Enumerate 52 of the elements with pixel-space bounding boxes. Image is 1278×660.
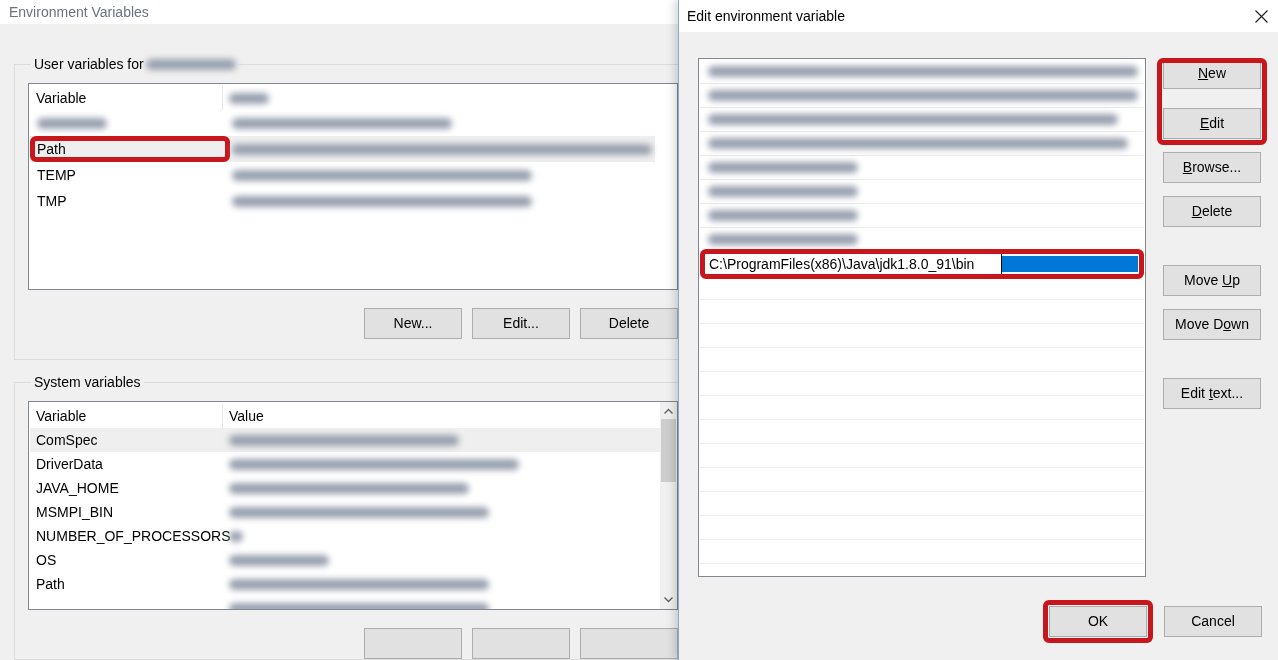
edit-field[interactable]: C:\ProgramFiles(x86)\Java\jdk1.8.0_91\bin [706, 254, 1002, 274]
column-header[interactable]: Variable [30, 86, 223, 110]
list-row[interactable]: DriverData [30, 452, 660, 476]
chevron-down-icon[interactable] [664, 597, 673, 603]
dialog-button[interactable]: New... [364, 308, 462, 339]
list-row[interactable]: NUMBER_OF_PROCESSORS [30, 524, 660, 548]
dialog-button[interactable]: Edit... [472, 308, 570, 339]
dialog-button[interactable]: Delete [1163, 196, 1261, 227]
variable-name: MSMPI_BIN [36, 503, 113, 520]
dialog-button[interactable]: OK [1049, 606, 1147, 637]
dialog-button[interactable] [580, 628, 678, 659]
dialog-button[interactable]: Edit text... [1163, 378, 1261, 409]
scrollbar[interactable] [660, 402, 677, 609]
variable-name: Path [36, 575, 65, 592]
variable-name: OS [36, 551, 57, 568]
variable-list[interactable]: Variable Path TEMP TMP [28, 83, 678, 290]
group-label: User variables for [34, 55, 144, 74]
variable-name: ComSpec [36, 431, 98, 448]
dialog-button[interactable]: Cancel [1164, 606, 1262, 637]
variable-name: JAVA_HOME [36, 479, 119, 496]
close-icon[interactable] [1255, 9, 1268, 23]
window-title: Environment Variables [9, 2, 149, 22]
list-row[interactable]: TEMP [30, 162, 655, 188]
scrollbar-thumb[interactable] [661, 419, 676, 482]
dialog-button[interactable] [364, 628, 462, 659]
dialog-button[interactable]: Delete [580, 308, 678, 339]
variable-name: DriverData [36, 455, 103, 472]
dialog-button[interactable]: Move Down [1163, 309, 1261, 340]
list-row[interactable]: Path [30, 572, 660, 596]
variable-list[interactable]: Variable Value ComSpec DriverData JAVA_HOME MSMPI_BIN NUMBER_OF_PROCESSORS OS Path [28, 401, 678, 610]
list-row[interactable]: JAVA_HOME [30, 476, 660, 500]
path-list[interactable]: C:\ProgramFiles(x86)\Java\jdk1.8.0_91\bin [698, 58, 1146, 577]
dialog-button[interactable]: Move Up [1163, 265, 1261, 296]
list-row[interactable]: ComSpec [30, 428, 660, 452]
group-label: System variables [34, 374, 141, 390]
variable-name: TEMP [37, 165, 76, 185]
blurred-text [229, 530, 243, 542]
dialog-button[interactable] [472, 628, 570, 659]
variable-name: NUMBER_OF_PROCESSORS [36, 527, 231, 544]
chevron-up-icon[interactable] [664, 408, 673, 414]
list-row[interactable]: TMP [30, 188, 655, 214]
blurred-text [229, 92, 269, 104]
list-row[interactable]: OS [30, 548, 660, 572]
variable-name: Path [37, 139, 66, 159]
dialog-button[interactable]: Browse... [1163, 152, 1261, 183]
dialog-title: Edit environment variable [687, 6, 845, 26]
column-header[interactable]: Value [223, 404, 264, 428]
dialog-button[interactable]: Edit [1163, 108, 1261, 139]
list-row[interactable]: Path [30, 136, 655, 162]
blurred-text [37, 117, 107, 129]
list-row[interactable]: MSMPI_BIN [30, 500, 660, 524]
variable-name: TMP [37, 191, 67, 211]
